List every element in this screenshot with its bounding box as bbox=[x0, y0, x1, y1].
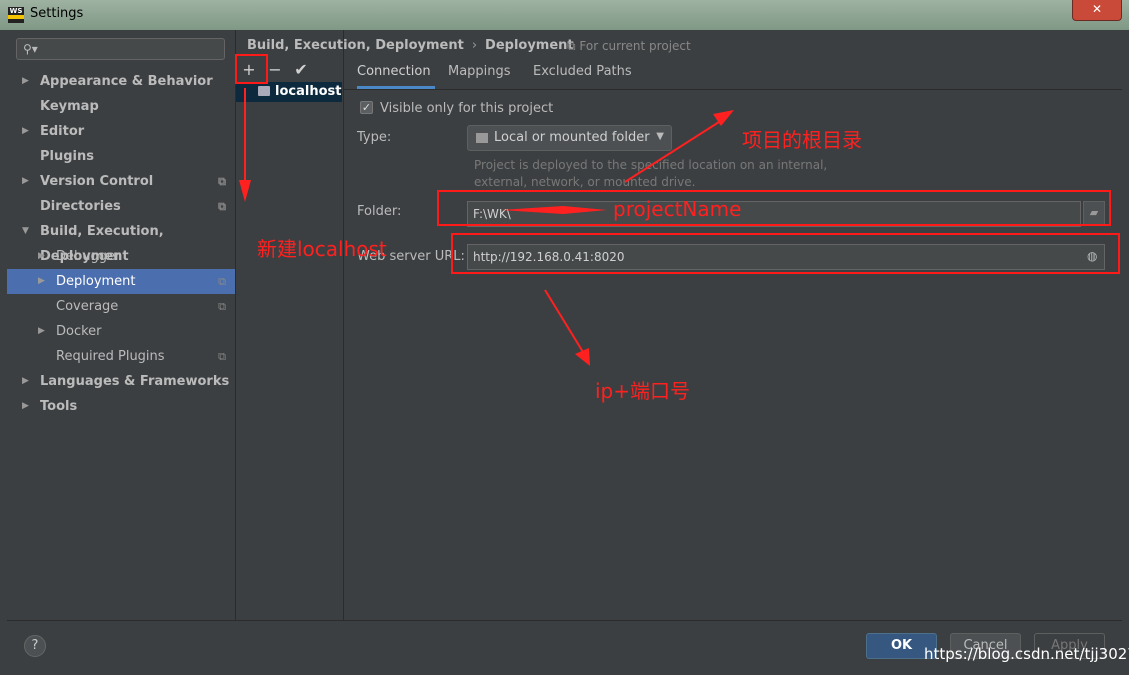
scribble-redaction bbox=[501, 206, 607, 214]
settings-dialog: ⚲▾ ▶ Appearance & Behavior Keymap ▶ Editor Pl… bbox=[7, 30, 1122, 668]
help-button[interactable]: ? bbox=[24, 635, 46, 657]
csdn-watermark: https://blog.csdn.net/tjj3027 bbox=[924, 645, 1129, 663]
annotation-arrows bbox=[239, 88, 734, 366]
title-bar: WS Settings ✕ bbox=[0, 0, 1129, 30]
arrow-to-ip-port bbox=[544, 289, 584, 353]
window-title: Settings bbox=[30, 6, 84, 21]
close-window-button[interactable]: ✕ bbox=[1072, 0, 1122, 21]
arrow-to-root-dir bbox=[624, 121, 720, 183]
webstorm-app-icon: WS bbox=[8, 7, 24, 23]
